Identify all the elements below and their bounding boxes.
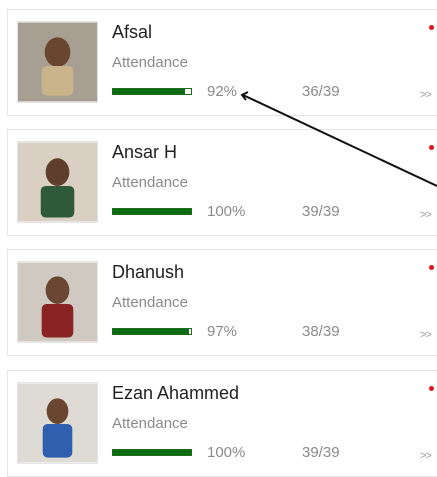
attendance-ratio: 36/39 (302, 83, 340, 100)
attendance-progress-bar (112, 88, 192, 95)
student-name: Ansar H (112, 142, 178, 162)
attendance-progress-fill (113, 209, 191, 214)
student-photo-image (18, 142, 97, 222)
attendance-progress-fill (113, 89, 185, 94)
attendance-ratio: 39/39 (302, 444, 340, 461)
status-dot-icon (429, 265, 434, 270)
attendance-label: Attendance (112, 174, 188, 191)
status-dot-icon (429, 386, 434, 391)
student-photo (17, 382, 98, 464)
student-photo-image (18, 262, 97, 342)
student-card[interactable]: Ansar H Attendance 100% 39/39 >> (7, 129, 437, 236)
attendance-percent: 97% (207, 323, 238, 340)
student-card[interactable]: Dhanush Attendance 97% 38/39 >> (7, 249, 437, 356)
attendance-ratio: 39/39 (302, 203, 340, 220)
attendance-percent: 100% (207, 444, 246, 461)
attendance-progress-bar (112, 208, 192, 215)
attendance-label: Attendance (112, 54, 188, 71)
student-card[interactable]: Ezan Ahammed Attendance 100% 39/39 >> (7, 370, 437, 477)
attendance-label: Attendance (112, 294, 188, 311)
student-name: Ezan Ahammed (112, 383, 240, 403)
chevron-right-double-icon[interactable]: >> (420, 329, 432, 341)
student-photo-image (18, 383, 97, 463)
attendance-label: Attendance (112, 415, 188, 432)
chevron-right-double-icon[interactable]: >> (420, 89, 432, 101)
student-name: Dhanush (112, 262, 185, 282)
attendance-progress-bar (112, 449, 192, 456)
chevron-right-double-icon[interactable]: >> (420, 209, 432, 221)
student-card[interactable]: Afsal Attendance 92% 36/39 >> (7, 9, 437, 116)
student-photo-image (18, 22, 97, 102)
student-photo (17, 141, 98, 223)
attendance-percent: 100% (207, 203, 246, 220)
chevron-right-double-icon[interactable]: >> (420, 450, 432, 462)
status-dot-icon (429, 145, 434, 150)
student-attendance-list: Afsal Attendance 92% 36/39 >> Ansar H At… (0, 0, 437, 477)
attendance-progress-fill (113, 329, 189, 334)
student-photo (17, 261, 98, 343)
student-name: Afsal (112, 22, 153, 42)
attendance-percent: 92% (207, 83, 238, 100)
attendance-progress-fill (113, 450, 191, 455)
attendance-progress-bar (112, 328, 192, 335)
student-photo (17, 21, 98, 103)
status-dot-icon (429, 25, 434, 30)
attendance-ratio: 38/39 (302, 323, 340, 340)
